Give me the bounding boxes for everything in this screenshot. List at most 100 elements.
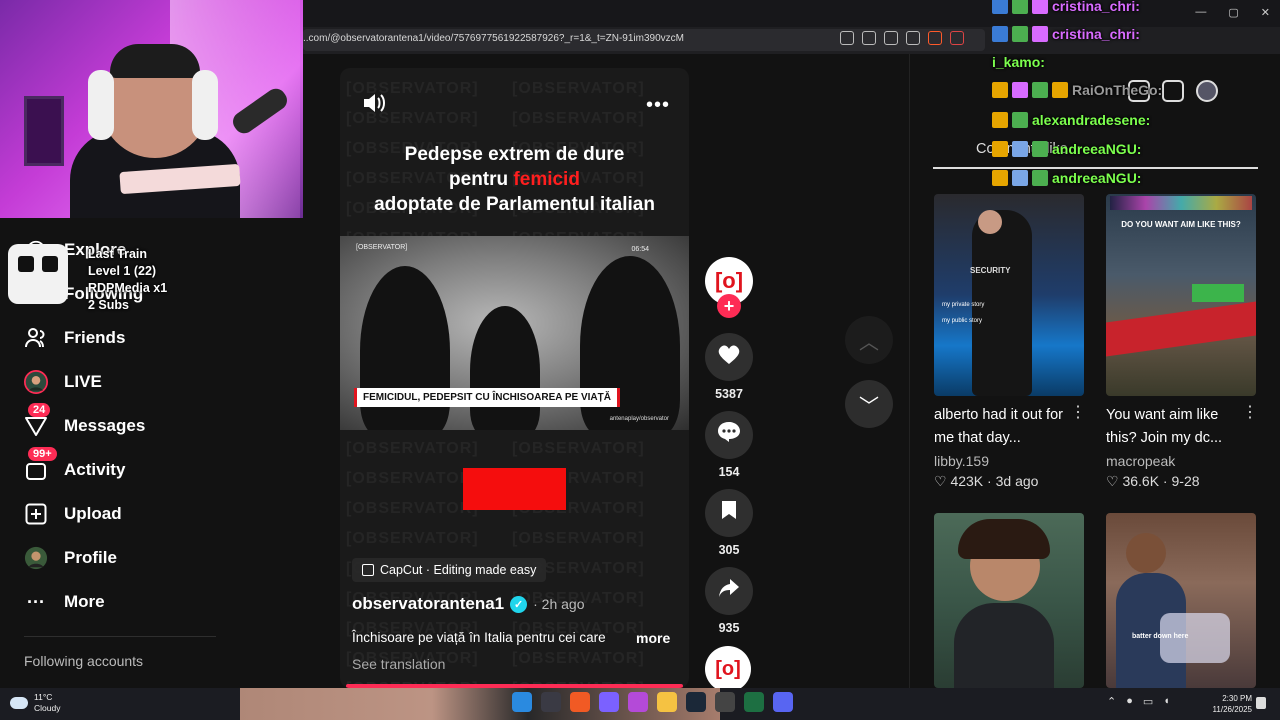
kebab-menu-icon[interactable]: ⋮ — [1242, 402, 1258, 422]
thumb-overlay-text: DO YOU WANT AIM LIKE THIS? — [1121, 220, 1241, 229]
kebab-menu-icon[interactable]: ⋮ — [1070, 402, 1086, 422]
minimize-icon[interactable]: — — [1195, 6, 1206, 19]
train-text: Last Train Level 1 (22) RDPMedia x1 2 Su… — [88, 246, 167, 314]
follow-plus-button[interactable]: + — [717, 294, 741, 318]
share-button[interactable] — [705, 567, 753, 615]
thumb-author[interactable]: macropeak — [1106, 453, 1175, 469]
music-disc-avatar[interactable]: [o] — [705, 646, 751, 692]
sidebar-item-activity[interactable]: 99+ Activity — [24, 447, 125, 482]
badge-icon — [1012, 141, 1028, 157]
video-author[interactable]: observatorantena1 ✓ · 2h ago — [352, 594, 585, 614]
avatar-icon — [24, 546, 48, 570]
thumb-stats: ♡ 36.6K · 9-28 — [1106, 473, 1200, 489]
train-icon — [8, 244, 68, 304]
pip-icon[interactable] — [862, 31, 876, 45]
brave-icon[interactable] — [570, 692, 590, 712]
url-text[interactable]: ..com/@observatorantena1/video/757697756… — [303, 33, 684, 44]
steam-icon[interactable] — [686, 692, 706, 712]
volume-tray-icon[interactable]: ◖ — [1163, 695, 1170, 708]
thumb-author[interactable]: libby.159 — [934, 453, 989, 469]
share-arrow-icon — [718, 578, 740, 604]
user-avatar[interactable] — [1196, 80, 1218, 102]
cloud-icon — [10, 697, 28, 709]
cam-wall-frame — [24, 96, 64, 166]
task-view-icon[interactable] — [541, 692, 561, 712]
bookmark-count: 305 — [718, 543, 740, 557]
close-icon[interactable]: ✕ — [1261, 6, 1270, 19]
thumb-title[interactable]: alberto had it out for me that day... — [934, 404, 1070, 450]
weather-widget[interactable]: 11°C Cloudy — [10, 692, 60, 714]
sidebar-item-profile[interactable]: Profile — [24, 546, 117, 570]
copilot-icon[interactable] — [599, 692, 619, 712]
author-name[interactable]: observatorantena1 — [352, 594, 504, 614]
title-line: pentru femicid — [340, 167, 689, 192]
app-icon[interactable] — [715, 692, 735, 712]
recommended-video-thumb[interactable]: batter down here — [1106, 513, 1256, 688]
recommended-video-thumb[interactable]: SECURITY my private story my public stor… — [934, 194, 1084, 396]
discord-icon[interactable] — [773, 692, 793, 712]
silhouette — [470, 306, 540, 430]
chat-message: cristina_chri: — [992, 0, 1140, 14]
phone-icon[interactable] — [1162, 80, 1184, 102]
like-button[interactable] — [705, 333, 753, 381]
title-line: Pedepse extrem de dure — [404, 144, 625, 165]
sidebar-divider — [24, 636, 216, 637]
reader-icon[interactable] — [840, 31, 854, 45]
m365-icon[interactable] — [628, 692, 648, 712]
thumb-head — [978, 210, 1002, 234]
sidebar-item-label: Profile — [64, 548, 117, 567]
comment-button[interactable] — [705, 411, 753, 459]
more-options-icon[interactable]: ••• — [646, 94, 670, 117]
maximize-icon[interactable]: ▢ — [1228, 6, 1238, 19]
see-translation-link[interactable]: See translation — [352, 656, 445, 672]
volume-icon[interactable] — [362, 92, 386, 120]
brave-shield-icon[interactable] — [928, 31, 942, 45]
recommended-video-thumb[interactable]: DO YOU WANT AIM LIKE THIS? — [1106, 194, 1256, 396]
chevron-up-icon[interactable]: ⌃ — [1107, 695, 1116, 708]
previous-video-button[interactable]: ︿ — [845, 316, 893, 364]
share-icon[interactable] — [906, 31, 920, 45]
badge-icon — [992, 26, 1008, 42]
excel-icon[interactable] — [744, 692, 764, 712]
thumb-likes: 36.6K — [1122, 473, 1160, 489]
thumb-title[interactable]: You want aim like this? Join my dc... — [1106, 404, 1242, 450]
recommended-video-thumb[interactable] — [934, 513, 1084, 688]
chat-message: andreeaNGU: — [992, 141, 1141, 157]
network-icon[interactable]: ▭ — [1143, 695, 1153, 708]
windows-start-icon[interactable] — [512, 692, 532, 712]
sidebar-item-messages[interactable]: 24 Messages — [24, 403, 145, 438]
badge-icon — [1032, 0, 1048, 14]
chat-message: andreeaNGU: — [992, 170, 1141, 186]
sidebar-item-live[interactable]: LIVE — [24, 370, 102, 394]
chat-message: cristina_chri: — [992, 26, 1140, 42]
thumb-text: my private story — [942, 302, 985, 308]
rewards-icon[interactable] — [950, 31, 964, 45]
thumb-body — [954, 603, 1054, 688]
video-player[interactable]: [OBSERVATOR] [OBSERVATOR] [OBSERVATOR] [… — [340, 68, 689, 688]
next-video-button[interactable]: ﹀ — [845, 380, 893, 428]
bookmark-button[interactable] — [705, 489, 753, 537]
sidebar-item-upload[interactable]: Upload — [24, 502, 122, 526]
heart-outline-icon: ♡ — [934, 473, 947, 489]
more-link[interactable]: more — [636, 630, 670, 646]
chat-message: RaiOnTheGo: — [992, 82, 1162, 98]
thumb-overlay-text: batter down here — [1132, 633, 1189, 640]
upload-icon — [24, 502, 48, 526]
taskbar-clock[interactable]: 2:30 PM 11/26/2025 — [1206, 693, 1252, 715]
notification-bell-icon[interactable] — [1256, 697, 1266, 709]
badge-icon — [1032, 26, 1048, 42]
like-count: 5387 — [715, 387, 743, 401]
chat-user: RaiOnTheGo: — [1072, 82, 1163, 98]
clip-credit: antenaplay/observator — [609, 416, 669, 422]
verified-icon: ✓ — [510, 595, 528, 613]
sidebar-item-more[interactable]: ··· More — [24, 590, 105, 614]
clip-caption: FEMICIDUL, PEDEPSIT CU ÎNCHISOAREA PE VI… — [354, 388, 620, 407]
badge-icon — [1032, 170, 1048, 186]
capcut-banner[interactable]: CapCut · Editing made easy — [352, 558, 547, 582]
train-line: 2 Subs — [88, 298, 129, 312]
mic-icon[interactable]: ● — [1126, 695, 1133, 708]
zoom-icon[interactable] — [884, 31, 898, 45]
file-explorer-icon[interactable] — [657, 692, 677, 712]
sidebar-item-friends[interactable]: Friends — [24, 326, 125, 350]
red-block — [463, 468, 566, 510]
